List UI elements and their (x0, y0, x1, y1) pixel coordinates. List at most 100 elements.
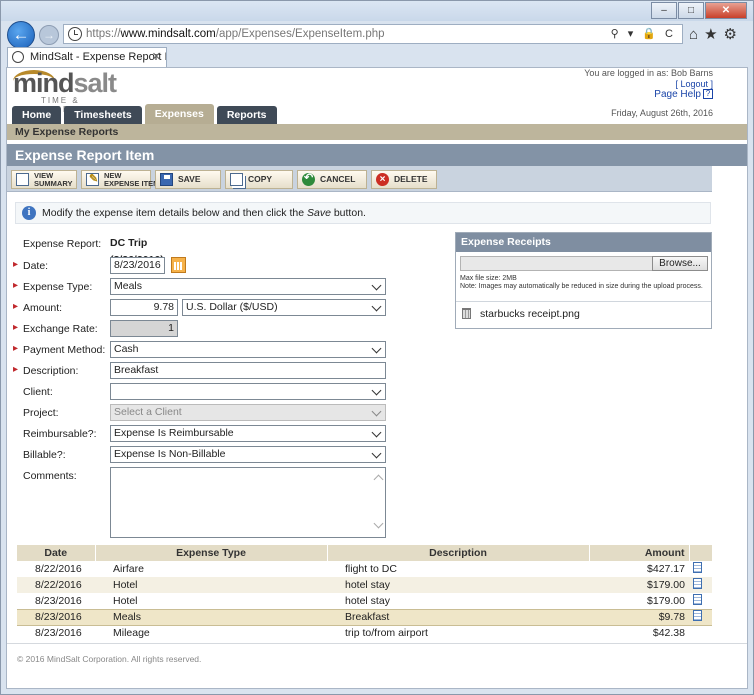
project-label: Project: (23, 407, 59, 419)
back-arrow-icon: ← (12, 25, 30, 44)
gear-icon[interactable]: ⚙ (724, 26, 743, 43)
receipt-document-icon[interactable] (693, 610, 702, 621)
receipt-document-icon[interactable] (693, 578, 702, 589)
table-row[interactable]: 8/22/2016 Hotel hotel stay $179.00 (17, 577, 712, 593)
receipt-document-icon[interactable] (693, 593, 702, 605)
comments-label: Comments: (23, 470, 77, 482)
forward-arrow-icon: → (43, 28, 55, 42)
expense-items-table: Date Expense Type Description Amount 8/2… (17, 545, 713, 641)
footer-copyright: © 2016 MindSalt Corporation. All rights … (17, 654, 202, 664)
view-summary-button[interactable]: VIEW SUMMARY (11, 170, 77, 189)
reimbursable-select[interactable]: Expense Is Reimbursable (110, 425, 386, 442)
receipt-file-link[interactable]: starbucks receipt.png (480, 308, 580, 320)
description-label: Description: (13, 364, 113, 377)
receipt-file-input[interactable]: Browse... (460, 256, 708, 271)
address-bar[interactable]: https://www.mindsalt.com/app/Expenses/Ex… (63, 24, 683, 44)
table-row[interactable]: 8/23/2016 Hotel hotel stay $179.00 (17, 593, 712, 609)
browser-tabbar: MindSalt - Expense Report I... ✕ (1, 47, 753, 67)
client-select[interactable] (110, 383, 386, 400)
project-select: Select a Client (110, 404, 386, 421)
tab-close-icon[interactable]: ✕ (152, 48, 161, 66)
table-row-selected[interactable]: 8/23/2016 Meals Breakfast $9.78 (17, 608, 712, 626)
cell-type: Meals (95, 608, 327, 626)
reimbursable-label: Reimbursable?: (23, 428, 97, 440)
close-window-button[interactable]: ✕ (705, 2, 747, 19)
receipt-document-icon[interactable] (693, 562, 702, 573)
cell-type: Airfare (113, 563, 144, 575)
cell-date: 8/23/2016 (35, 594, 82, 607)
minimize-button[interactable]: – (651, 2, 677, 19)
back-button[interactable]: ← (7, 21, 35, 49)
scroll-down-icon[interactable] (373, 518, 384, 529)
browser-navbar: ← → https://www.mindsalt.com/app/Expense… (1, 21, 753, 49)
trash-icon[interactable] (462, 308, 471, 319)
column-header-expense-type[interactable]: Expense Type (95, 545, 328, 561)
expense-type-select[interactable]: Meals (110, 278, 386, 295)
divider (456, 301, 711, 302)
cell-description: flight to DC (345, 563, 397, 575)
copy-icon (230, 173, 243, 186)
address-text[interactable]: https://www.mindsalt.com/app/Expenses/Ex… (86, 28, 385, 40)
expense-report-label: Expense Report: (23, 238, 102, 250)
browser-tab[interactable]: MindSalt - Expense Report I... ✕ (7, 47, 167, 67)
cell-amount: $427.17 (647, 563, 685, 575)
page-help-link[interactable]: Page Help? (654, 89, 713, 100)
action-toolbar: VIEWSUMMARY NEWEXPENSE ITEM SAVE COPY CA… (7, 166, 712, 192)
tab-clock-icon (12, 51, 24, 63)
logged-in-text: You are logged in as: Bob Barns (584, 68, 713, 78)
document-icon (16, 173, 29, 186)
star-icon[interactable]: ★ (704, 26, 723, 43)
footer-divider (7, 643, 747, 644)
home-icon[interactable]: ⌂ (689, 26, 704, 43)
info-icon: i (22, 206, 36, 220)
subnav-my-expense-reports[interactable]: My Expense Reports (7, 124, 747, 140)
cell-amount: $42.38 (652, 627, 685, 640)
calendar-icon[interactable] (171, 257, 186, 273)
comments-textarea[interactable] (110, 467, 386, 538)
column-header-description[interactable]: Description (327, 545, 590, 561)
column-header-amount[interactable]: Amount (589, 545, 690, 561)
mindsalt-logo[interactable]: mindsalt TIME & EXPENSE (13, 68, 131, 114)
tab-expenses[interactable]: Expenses (144, 104, 214, 124)
copy-button[interactable]: COPY (225, 170, 293, 189)
cell-description: hotel stay (327, 577, 589, 593)
date-input[interactable]: 8/23/2016 (110, 257, 165, 274)
maximize-button[interactable]: □ (678, 2, 704, 19)
window-controls: – □ ✕ (650, 2, 747, 19)
table-header-row: Date Expense Type Description Amount (17, 545, 713, 561)
cancel-button[interactable]: CANCEL (297, 170, 367, 189)
receipts-title: Expense Receipts (456, 233, 711, 252)
tab-title: MindSalt - Expense Report I... (30, 51, 167, 63)
currency-select[interactable]: U.S. Dollar ($/USD) (182, 299, 386, 316)
address-tools[interactable]: ⚲ ▾ 🔒 C (611, 27, 676, 40)
cell-type: Hotel (113, 594, 138, 607)
cell-type: Mileage (113, 627, 150, 640)
scroll-up-icon[interactable] (373, 474, 384, 485)
tab-timesheets[interactable]: Timesheets (64, 106, 142, 124)
main-tabs: Home Timesheets Expenses Reports (12, 104, 280, 124)
amount-input[interactable]: 9.78 (110, 299, 178, 316)
browse-button[interactable]: Browse... (652, 256, 708, 271)
logo-text: mindsalt (13, 68, 117, 98)
info-message: i Modify the expense item details below … (15, 202, 711, 224)
cell-description: trip to/from airport (345, 627, 428, 640)
tab-reports[interactable]: Reports (216, 106, 277, 124)
new-expense-item-button[interactable]: NEWEXPENSE ITEM (81, 170, 159, 189)
description-input[interactable]: Breakfast (110, 362, 386, 379)
current-date: Friday, August 26th, 2016 (611, 108, 713, 118)
page-content: mindsalt TIME & EXPENSE You are logged i… (6, 67, 748, 689)
table-row[interactable]: 8/22/2016 Airfare flight to DC $427.17 (17, 561, 712, 577)
billable-select[interactable]: Expense Is Non-Billable (110, 446, 386, 463)
cell-amount: $9.78 (589, 608, 689, 626)
save-button[interactable]: SAVE (155, 170, 221, 189)
payment-method-select[interactable]: Cash (110, 341, 386, 358)
table-row[interactable]: 8/23/2016 Mileage trip to/from airport $… (17, 625, 712, 641)
undo-icon (302, 170, 315, 187)
forward-button[interactable]: → (39, 25, 59, 45)
expense-receipts-panel: Expense Receipts Browse... Max file size… (455, 232, 712, 329)
cell-description: Breakfast (327, 608, 589, 626)
tab-home[interactable]: Home (12, 106, 62, 124)
save-disk-icon (160, 173, 173, 186)
column-header-date[interactable]: Date (17, 545, 96, 561)
delete-button[interactable]: × DELETE (371, 170, 437, 189)
